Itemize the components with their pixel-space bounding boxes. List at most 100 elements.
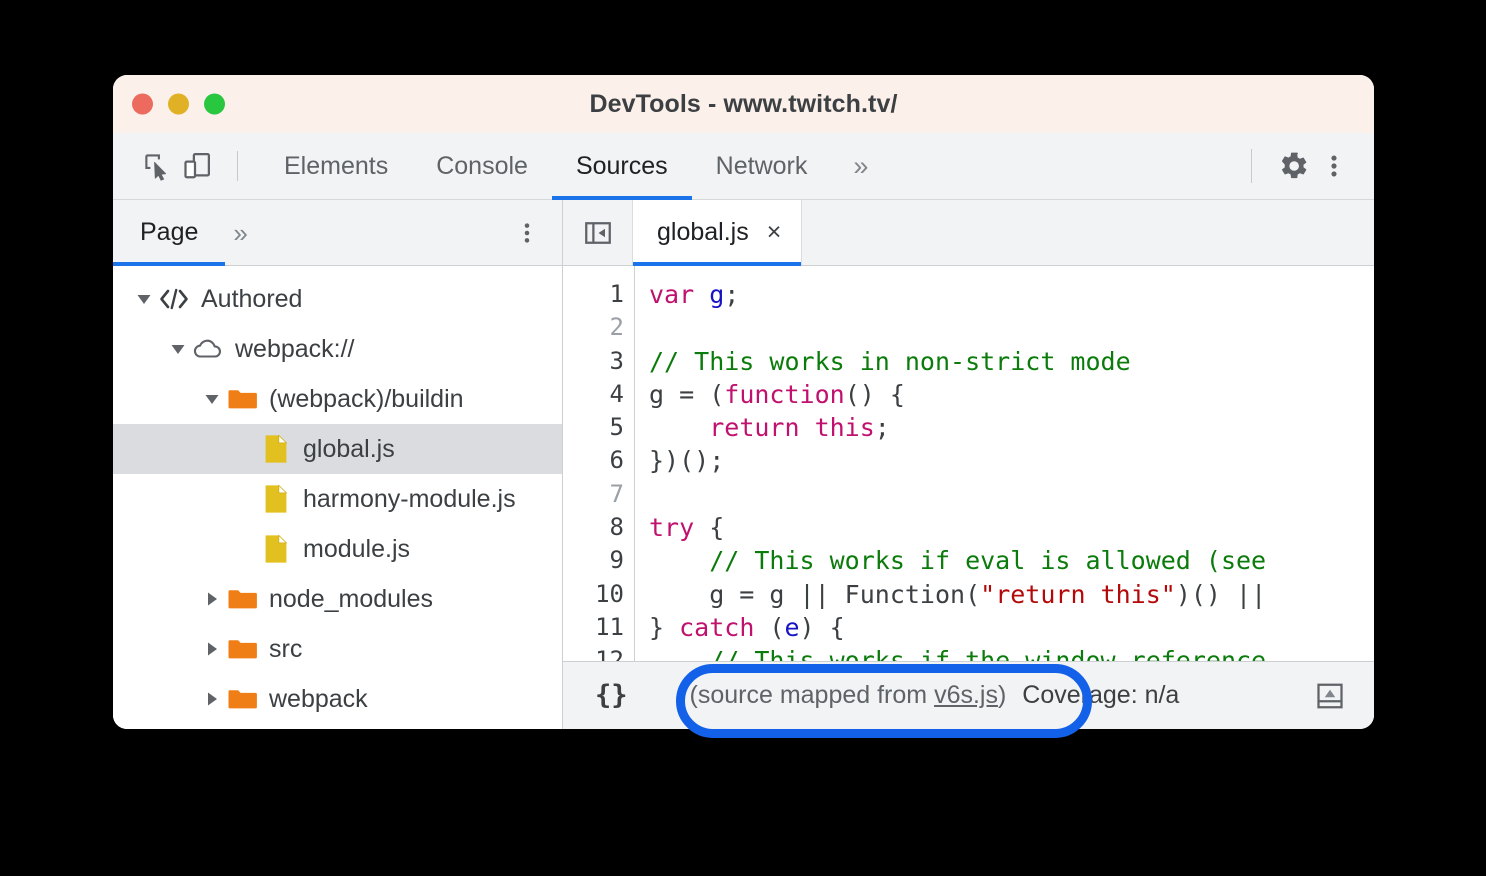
tab-sources[interactable]: Sources	[551, 133, 692, 200]
tree-item-webpack-buildin[interactable]: (webpack)/buildin	[113, 374, 562, 424]
tree-item-webpack[interactable]: webpack://	[113, 324, 562, 374]
tree-item-module-js[interactable]: module.js	[113, 524, 562, 574]
devtools-main-toolbar: Elements Console Sources Network »	[113, 133, 1374, 200]
code-token: // This works in non-strict mode	[649, 346, 1131, 376]
devtools-window: DevTools - www.twitch.tv/ Elements Conso…	[113, 75, 1374, 729]
source-code-text[interactable]: var g; // This works in non-strict mode g…	[635, 266, 1374, 661]
minimize-window-button[interactable]	[168, 93, 189, 115]
maximize-window-button[interactable]	[204, 93, 225, 115]
code-token: () {	[844, 379, 905, 409]
code-token: var	[649, 280, 695, 309]
code-token: })();	[649, 446, 725, 476]
code-line: // This works if the window reference	[649, 644, 1374, 661]
gear-icon[interactable]	[1274, 146, 1314, 186]
source-mapped-status: (source mapped from v6s.js)	[690, 681, 1007, 710]
sources-panel-body: Page » Authored webpack:// (webpack)/build…	[113, 200, 1374, 729]
line-number: 1	[609, 280, 624, 308]
tree-item-label: global.js	[303, 434, 395, 463]
toolbar-right-group	[1229, 146, 1354, 186]
code-line: } catch (e) {	[649, 611, 1374, 644]
tree-item-harmony-module-js[interactable]: harmony-module.js	[113, 474, 562, 524]
kebab-menu-icon[interactable]	[1314, 146, 1354, 186]
chevron-down-icon[interactable]	[199, 392, 225, 406]
js-file-icon	[259, 434, 293, 464]
pretty-print-button[interactable]: {}	[589, 680, 646, 711]
tab-console[interactable]: Console	[412, 133, 552, 199]
source-mapped-prefix: (source mapped from	[689, 681, 935, 709]
line-number: 5	[609, 413, 624, 442]
chevron-right-icon[interactable]	[199, 641, 225, 657]
editor-tab-bar: global.js ×	[563, 200, 1374, 266]
panel-tabs: Elements Console Sources Network »	[260, 133, 890, 200]
navigator-pane: Page » Authored webpack:// (webpack)/build…	[113, 200, 563, 729]
chevron-right-icon[interactable]	[199, 691, 225, 707]
line-number: 12	[595, 646, 624, 661]
folder-icon	[225, 387, 259, 411]
code-line: // This works in non-strict mode	[649, 345, 1374, 378]
tree-item-label: (webpack)/buildin	[269, 384, 464, 413]
tree-item-authored[interactable]: Authored	[113, 274, 562, 324]
chevron-down-icon[interactable]	[131, 292, 157, 306]
tree-item-src[interactable]: src	[113, 624, 562, 674]
inspect-element-icon[interactable]	[137, 146, 177, 186]
code-token: {	[694, 513, 725, 543]
tab-network[interactable]: Network	[692, 133, 832, 199]
line-number: 8	[609, 513, 624, 542]
line-number: 10	[595, 579, 624, 608]
chevron-down-icon[interactable]	[165, 342, 191, 356]
code-token: }	[649, 612, 680, 642]
code-token: function	[724, 379, 845, 409]
toolbar-right-divider	[1251, 149, 1252, 183]
code-viewer[interactable]: 1 2 3 4 5 6 7 8 9 10 11 12 var g; // This works in …	[563, 266, 1374, 661]
tree-item-label: Authored	[201, 284, 303, 313]
code-token: return this	[709, 413, 875, 443]
coverage-status: Coverage: n/a	[1022, 681, 1180, 709]
navigator-more-tabs-icon[interactable]: »	[225, 220, 255, 246]
line-number: 4	[609, 379, 624, 408]
code-token: g = g || Function(	[649, 579, 981, 609]
code-token: ;	[724, 280, 740, 309]
code-token: e	[784, 612, 800, 642]
folder-icon	[225, 637, 259, 661]
navigator-kebab-icon[interactable]	[514, 220, 540, 246]
code-line: })();	[649, 444, 1374, 477]
code-token: // This works if the window reference	[649, 646, 1267, 661]
tree-item-label: module.js	[303, 534, 410, 563]
show-drawer-icon[interactable]	[1308, 674, 1352, 718]
line-number-gutter: 1 2 3 4 5 6 7 8 9 10 11 12	[563, 266, 635, 661]
code-token: )() ||	[1175, 579, 1267, 609]
navigator-tab-page[interactable]: Page	[113, 200, 226, 266]
code-token: g = (	[649, 379, 725, 409]
folder-icon	[225, 687, 259, 711]
tree-item-label: webpack://	[235, 334, 355, 363]
chevron-right-icon[interactable]	[199, 591, 225, 607]
device-toolbar-icon[interactable]	[177, 146, 217, 186]
code-token: ) {	[799, 612, 845, 642]
file-tree: Authored webpack:// (webpack)/buildin globa…	[113, 266, 562, 729]
tab-elements[interactable]: Elements	[260, 133, 412, 199]
code-token: g	[709, 280, 725, 309]
tree-item-webpack[interactable]: webpack	[113, 674, 562, 724]
tree-item-label: harmony-module.js	[303, 484, 516, 513]
more-tabs-icon[interactable]: »	[831, 133, 890, 199]
code-token: "return this"	[980, 579, 1176, 609]
js-file-icon	[259, 484, 293, 514]
editor-status-bar: {} (source mapped from v6s.js) Coverage:…	[563, 661, 1374, 729]
tree-item-label: node_modules	[269, 584, 434, 613]
window-title-bar: DevTools - www.twitch.tv/	[113, 75, 1374, 133]
navigator-header: Page »	[113, 200, 562, 266]
code-line: var g;	[649, 278, 1374, 311]
line-number: 6	[609, 446, 624, 475]
show-navigator-icon[interactable]	[563, 200, 633, 265]
tree-item-label: src	[269, 634, 303, 663]
code-line: g = g || Function("return this")() ||	[649, 578, 1374, 611]
source-mapped-link[interactable]: v6s.js	[934, 681, 998, 709]
tree-item-node-modules[interactable]: node_modules	[113, 574, 562, 624]
tree-item-global-js[interactable]: global.js	[113, 424, 562, 474]
code-brackets-icon	[157, 288, 191, 310]
close-icon[interactable]: ×	[767, 220, 782, 245]
close-window-button[interactable]	[132, 93, 153, 115]
editor-file-tab-global-js[interactable]: global.js ×	[633, 200, 803, 266]
